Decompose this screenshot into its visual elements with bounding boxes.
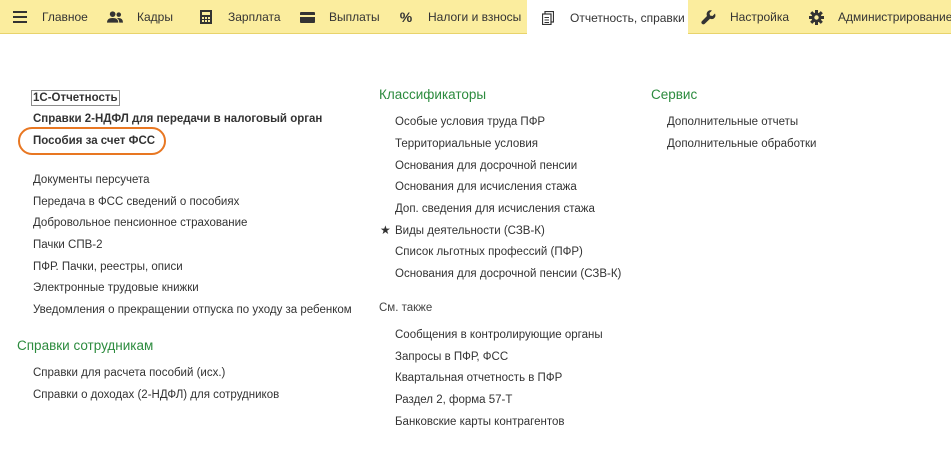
tab-label: Кадры	[137, 10, 173, 24]
section-header-classifiers: Классификаторы	[379, 87, 487, 102]
documents-icon	[540, 10, 556, 26]
tab-payments[interactable]: Выплаты	[299, 0, 380, 34]
link-privileged-professions[interactable]: Список льготных профессий (ПФР)	[395, 245, 583, 259]
tab-label: Выплаты	[329, 10, 380, 24]
tab-settings[interactable]: Настройка	[700, 0, 789, 34]
hamburger-menu-icon	[12, 9, 28, 25]
tab-salary[interactable]: Зарплата	[198, 0, 281, 34]
link-extra-seniority-info[interactable]: Доп. сведения для исчисления стажа	[395, 202, 595, 216]
tab-label: Отчетность, справки	[570, 10, 685, 25]
link-electronic-workbooks[interactable]: Электронные трудовые книжки	[33, 281, 199, 295]
link-leave-termination-notices[interactable]: Уведомления о прекращении отпуска по ухо…	[33, 303, 352, 317]
tab-label: Налоги и взносы	[428, 10, 522, 24]
link-2ndfl-tax[interactable]: Справки 2-НДФЛ для передачи в налоговый …	[33, 112, 322, 126]
link-additional-reports[interactable]: Дополнительные отчеты	[667, 115, 798, 129]
tab-main[interactable]: Главное	[12, 0, 88, 34]
link-additional-processors[interactable]: Дополнительные обработки	[667, 137, 816, 151]
link-seniority-grounds[interactable]: Основания для исчисления стажа	[395, 180, 577, 194]
section-header-employee-certificates: Справки сотрудникам	[17, 338, 154, 353]
link-spv2-packs[interactable]: Пачки СПВ-2	[33, 238, 103, 252]
gear-icon	[808, 9, 824, 25]
tab-label: Администрирование	[838, 10, 951, 24]
tab-personnel[interactable]: Кадры	[107, 0, 173, 34]
link-territorial-conditions[interactable]: Территориальные условия	[395, 137, 538, 151]
link-benefit-certificates[interactable]: Справки для расчета пособий (исх.)	[33, 366, 225, 380]
wallet-icon	[299, 9, 315, 25]
link-early-pension-grounds[interactable]: Основания для досрочной пенсии	[395, 159, 577, 173]
link-pfr-packs[interactable]: ПФР. Пачки, реестры, описи	[33, 260, 183, 274]
users-icon	[107, 9, 123, 25]
percent-icon: %	[399, 9, 413, 25]
tab-label: Зарплата	[228, 10, 281, 24]
link-early-pension-szvk[interactable]: Основания для досрочной пенсии (СЗВ-К)	[395, 267, 621, 281]
see-also-label: См. также	[379, 302, 433, 314]
link-1c-reporting[interactable]: 1С-Отчетность	[31, 90, 120, 106]
link-counterparty-bank-cards[interactable]: Банковские карты контрагентов	[395, 415, 564, 429]
link-section2-form57t[interactable]: Раздел 2, форма 57-Т	[395, 393, 512, 407]
link-special-work-conditions[interactable]: Особые условия труда ПФР	[395, 115, 545, 129]
star-icon: ★	[380, 223, 391, 237]
calculator-icon	[198, 9, 214, 25]
tab-reports[interactable]: Отчетность, справки	[527, 0, 688, 35]
link-fss-transfer[interactable]: Передача в ФСС сведений о пособиях	[33, 195, 239, 209]
section-header-service: Сервис	[651, 87, 698, 102]
link-income-certificates[interactable]: Справки о доходах (2-НДФЛ) для сотрудник…	[33, 388, 279, 402]
link-pfr-fss-requests[interactable]: Запросы в ПФР, ФСС	[395, 350, 508, 364]
tab-taxes[interactable]: % Налоги и взносы	[398, 0, 522, 34]
link-activity-types[interactable]: Виды деятельности (СЗВ-К)	[395, 224, 545, 238]
link-voluntary-pension[interactable]: Добровольное пенсионное страхование	[33, 216, 247, 230]
wrench-icon	[700, 9, 716, 25]
tab-label: Настройка	[730, 10, 790, 24]
link-messages-to-authorities[interactable]: Сообщения в контролирующие органы	[395, 328, 603, 342]
tab-label: Главное	[42, 10, 88, 24]
top-navigation-bar: Главное Кадры Зарплата Выплаты % Налоги …	[0, 0, 951, 35]
tab-administration[interactable]: Администрирование	[808, 0, 951, 34]
link-recalc-docs[interactable]: Документы персучета	[33, 173, 150, 187]
link-quarterly-pfr-reporting[interactable]: Квартальная отчетность в ПФР	[395, 371, 562, 385]
highlight-ring	[18, 127, 166, 155]
